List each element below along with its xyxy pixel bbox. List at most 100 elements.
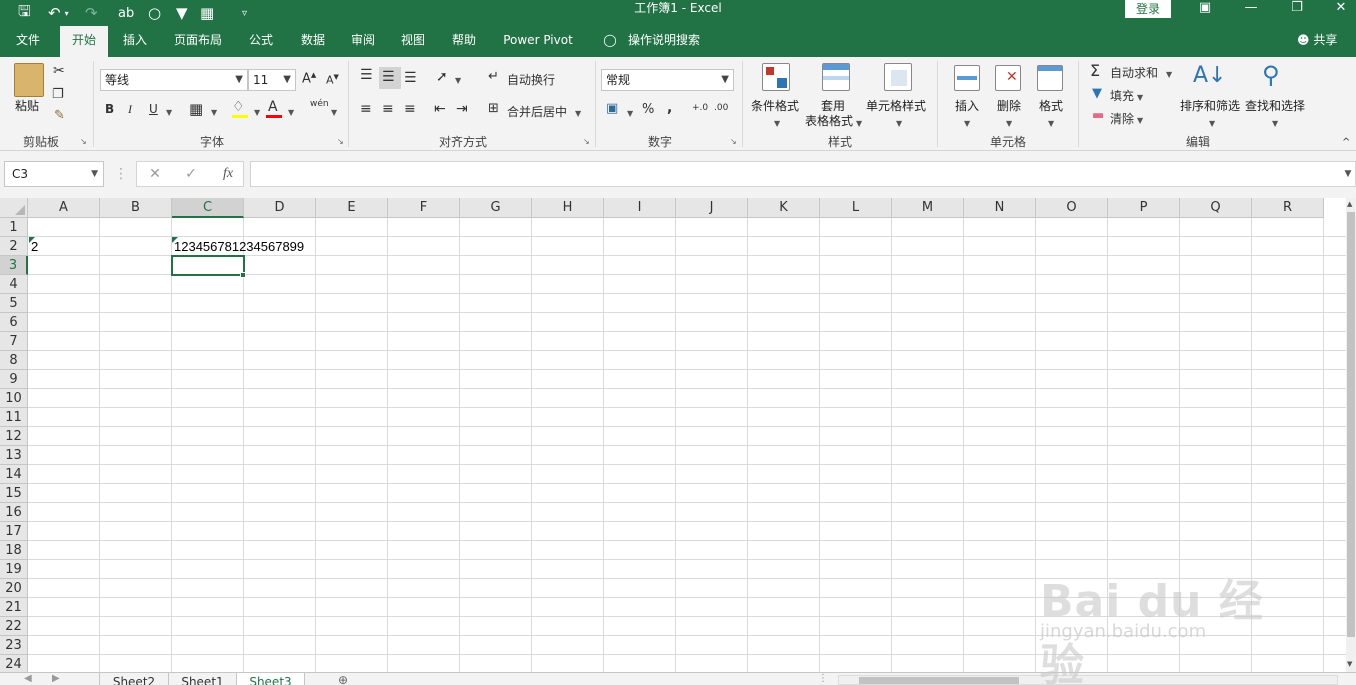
scroll-up-icon[interactable]: ▲ bbox=[1347, 200, 1352, 208]
tab-page-layout[interactable]: 页面布局 bbox=[166, 26, 230, 57]
cell-a2[interactable]: 2 bbox=[31, 237, 38, 256]
font-launcher-icon[interactable]: ↘ bbox=[337, 137, 344, 146]
restore-icon[interactable]: ❐ bbox=[1274, 0, 1320, 18]
phonetic-dropdown-icon[interactable]: ▼ bbox=[331, 104, 337, 118]
clear-button[interactable]: 清除 bbox=[1110, 110, 1134, 127]
merge-dropdown-icon[interactable]: ▼ bbox=[575, 105, 581, 119]
fill-dropdown-icon[interactable]: ▼ bbox=[1137, 89, 1143, 103]
row-header-16[interactable]: 16 bbox=[0, 503, 28, 522]
cancel-icon[interactable]: ✕ bbox=[146, 161, 164, 187]
conditional-format-button[interactable]: 条件格式 bbox=[751, 97, 799, 114]
sheet-tab-sheet1[interactable]: Sheet1 bbox=[169, 673, 237, 685]
decrease-decimal-icon[interactable]: .00 bbox=[714, 103, 728, 113]
column-header-b[interactable]: B bbox=[100, 198, 172, 218]
row-header-7[interactable]: 7 bbox=[0, 332, 28, 351]
row-header-20[interactable]: 20 bbox=[0, 579, 28, 598]
increase-decimal-icon[interactable]: +.0 bbox=[692, 103, 708, 113]
orientation-icon[interactable]: ➚ bbox=[436, 69, 448, 85]
font-color-dropdown-icon[interactable]: ▼ bbox=[288, 104, 294, 118]
format-cells-button[interactable]: 格式 bbox=[1039, 97, 1063, 114]
formula-input[interactable] bbox=[250, 161, 1356, 187]
row-header-19[interactable]: 19 bbox=[0, 560, 28, 579]
column-header-o[interactable]: O bbox=[1036, 198, 1108, 218]
worksheet-grid[interactable]: ABCDEFGHIJKLMNOPQR 1 2 3 4 5 6 7 8 9 10 11 12 13 14 15… bbox=[0, 198, 1346, 672]
row-header-2[interactable]: 2 bbox=[0, 237, 28, 256]
column-header-a[interactable]: A bbox=[28, 198, 100, 218]
bold-button[interactable]: B bbox=[105, 102, 114, 116]
row-header-4[interactable]: 4 bbox=[0, 275, 28, 294]
tab-review[interactable]: 审阅 bbox=[340, 26, 386, 57]
hscroll-thumb[interactable] bbox=[859, 677, 1019, 684]
row-header-3[interactable]: 3 bbox=[0, 256, 28, 275]
column-header-d[interactable]: D bbox=[244, 198, 316, 218]
tab-power-pivot[interactable]: Power Pivot bbox=[496, 26, 580, 57]
increase-indent-icon[interactable]: ⇥ bbox=[456, 101, 468, 117]
tab-help[interactable]: 帮助 bbox=[441, 26, 487, 57]
row-header-11[interactable]: 11 bbox=[0, 408, 28, 427]
format-table-dropdown-icon[interactable]: ▼ bbox=[856, 115, 862, 129]
column-header-j[interactable]: J bbox=[676, 198, 748, 218]
number-launcher-icon[interactable]: ↘ bbox=[730, 137, 737, 146]
sort-dropdown-icon[interactable]: ▼ bbox=[1209, 115, 1215, 129]
column-header-r[interactable]: R bbox=[1252, 198, 1324, 218]
clipboard-launcher-icon[interactable]: ↘ bbox=[80, 137, 87, 146]
add-sheet-icon[interactable]: ⊕ bbox=[338, 673, 348, 685]
horizontal-scrollbar[interactable] bbox=[838, 675, 1338, 685]
accounting-format-icon[interactable]: ▣ bbox=[606, 101, 618, 116]
column-header-f[interactable]: F bbox=[388, 198, 460, 218]
comma-button[interactable]: , bbox=[667, 100, 672, 116]
selected-cell-c3[interactable] bbox=[171, 255, 245, 276]
font-name-combo[interactable]: 等线 ▼ bbox=[100, 69, 248, 91]
sort-filter-button[interactable]: 排序和筛选 bbox=[1180, 97, 1240, 114]
scroll-down-icon[interactable]: ▼ bbox=[1347, 660, 1352, 668]
align-center-icon[interactable]: ≡ bbox=[382, 101, 394, 117]
format-dropdown-icon[interactable]: ▼ bbox=[1048, 115, 1054, 129]
collapse-ribbon-icon[interactable]: ^ bbox=[1342, 137, 1350, 148]
phonetic-button[interactable]: wén bbox=[310, 99, 329, 109]
number-format-combo[interactable]: 常规 ▼ bbox=[601, 69, 734, 91]
row-header-12[interactable]: 12 bbox=[0, 427, 28, 446]
decrease-indent-icon[interactable]: ⇤ bbox=[434, 101, 446, 117]
clear-dropdown-icon[interactable]: ▼ bbox=[1137, 112, 1143, 126]
autosum-dropdown-icon[interactable]: ▼ bbox=[1166, 66, 1172, 80]
paste-button[interactable]: 粘贴 bbox=[15, 97, 39, 114]
font-color-button[interactable]: A bbox=[268, 99, 278, 115]
row-header-22[interactable]: 22 bbox=[0, 617, 28, 636]
insert-cells-button[interactable]: 插入 bbox=[955, 97, 979, 114]
column-header-h[interactable]: H bbox=[532, 198, 604, 218]
sheet-tab-sheet2[interactable]: Sheet2 bbox=[99, 673, 169, 685]
font-size-combo[interactable]: 11 ▼ bbox=[248, 69, 296, 91]
column-header-q[interactable]: Q bbox=[1180, 198, 1252, 218]
border-dropdown-icon[interactable]: ▼ bbox=[211, 104, 217, 118]
find-dropdown-icon[interactable]: ▼ bbox=[1272, 115, 1278, 129]
cut-icon[interactable]: ✂ bbox=[53, 63, 65, 79]
tab-formulas[interactable]: 公式 bbox=[238, 26, 284, 57]
row-header-10[interactable]: 10 bbox=[0, 389, 28, 408]
row-header-14[interactable]: 14 bbox=[0, 465, 28, 484]
align-left-icon[interactable]: ≡ bbox=[360, 101, 372, 117]
share-button[interactable]: ☻ 共享 bbox=[1297, 26, 1337, 57]
orientation-dropdown-icon[interactable]: ▼ bbox=[455, 72, 461, 86]
prev-sheet-icon[interactable]: ◀ bbox=[24, 673, 32, 684]
column-header-e[interactable]: E bbox=[316, 198, 388, 218]
insert-function-icon[interactable]: fx bbox=[218, 161, 238, 187]
row-header-13[interactable]: 13 bbox=[0, 446, 28, 465]
grow-font-button[interactable]: A▲ bbox=[302, 71, 316, 86]
name-box[interactable]: C3 ▼ bbox=[4, 161, 104, 187]
wrap-text-button[interactable]: 自动换行 bbox=[507, 71, 555, 88]
align-bottom-icon[interactable]: ☰ bbox=[404, 70, 417, 86]
row-header-23[interactable]: 23 bbox=[0, 636, 28, 655]
row-header-1[interactable]: 1 bbox=[0, 218, 28, 237]
shrink-font-button[interactable]: A▼ bbox=[326, 73, 339, 87]
row-header-9[interactable]: 9 bbox=[0, 370, 28, 389]
expand-formula-icon[interactable]: ▼ bbox=[1342, 161, 1354, 187]
delete-cells-button[interactable]: 删除 bbox=[997, 97, 1021, 114]
row-header-24[interactable]: 24 bbox=[0, 655, 28, 672]
tab-data[interactable]: 数据 bbox=[290, 26, 336, 57]
column-header-p[interactable]: P bbox=[1108, 198, 1180, 218]
column-header-g[interactable]: G bbox=[460, 198, 532, 218]
row-header-8[interactable]: 8 bbox=[0, 351, 28, 370]
enter-icon[interactable]: ✓ bbox=[182, 161, 200, 187]
underline-button[interactable]: U bbox=[149, 102, 158, 116]
row-header-5[interactable]: 5 bbox=[0, 294, 28, 313]
